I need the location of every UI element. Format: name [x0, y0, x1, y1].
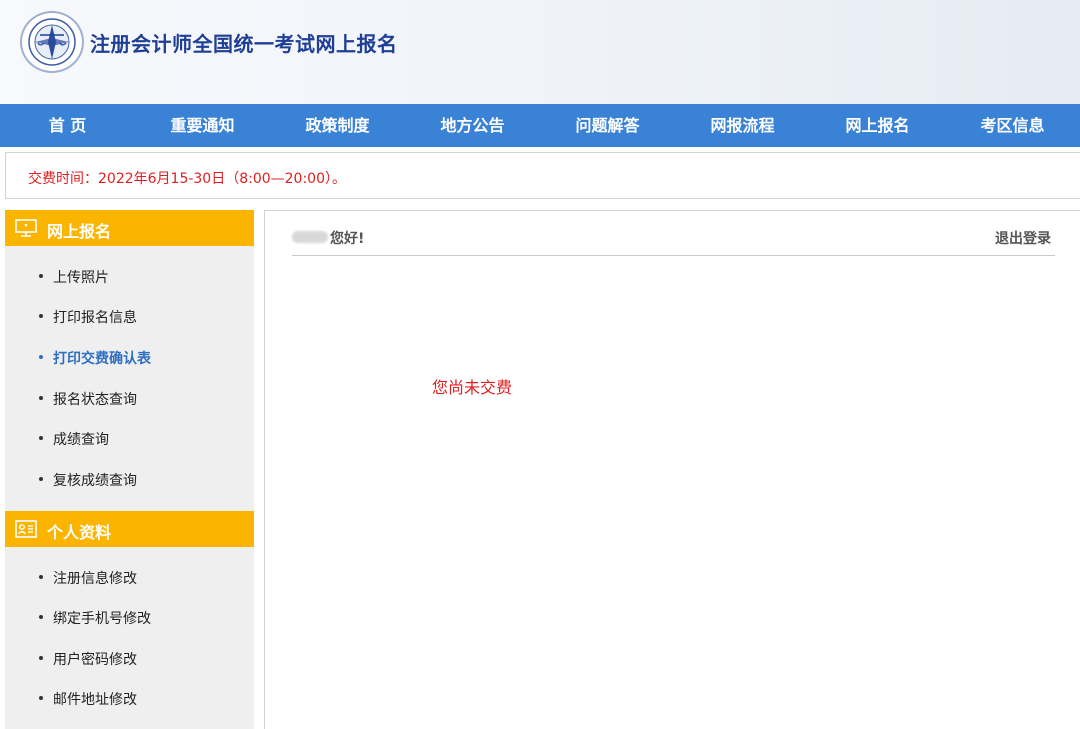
monitor-icon: [15, 219, 37, 237]
bullet-icon: [39, 396, 43, 400]
sidebar-item-label: 绑定手机号修改: [53, 611, 151, 627]
payment-notice: 交费时间：2022年6月15-30日（8:00—20:00）。: [5, 152, 1080, 199]
sidebar-item-edit-password[interactable]: 用户密码修改: [5, 639, 254, 679]
sidebar-item-label: 邮件地址修改: [53, 692, 137, 708]
sidebar-item-print-payment-confirmation[interactable]: 打印交费确认表: [5, 338, 254, 378]
sidebar-item-upload-photo[interactable]: 上传照片: [5, 257, 254, 297]
nav-local-announcements[interactable]: 地方公告: [405, 104, 540, 147]
nav-exam-area-info[interactable]: 考区信息: [945, 104, 1080, 147]
sidebar-item-score-query[interactable]: 成绩查询: [5, 419, 254, 459]
sidebar-section-title: 个人资料: [47, 523, 112, 542]
site-title: 注册会计师全国统一考试网上报名: [90, 32, 398, 56]
nav-home[interactable]: 首 页: [0, 104, 135, 147]
sidebar: 网上报名 上传照片 打印报名信息 打印交费确认表 报名状态查询 成绩查询 复核成…: [5, 210, 254, 729]
bullet-icon: [39, 355, 43, 359]
sidebar-item-registration-status[interactable]: 报名状态查询: [5, 379, 254, 419]
sidebar-item-print-registration[interactable]: 打印报名信息: [5, 297, 254, 337]
sidebar-item-label: 复核成绩查询: [53, 473, 137, 489]
scales-emblem-icon: [28, 18, 76, 66]
sidebar-item-label: 打印交费确认表: [53, 351, 151, 367]
main-nav: 首 页 重要通知 政策制度 地方公告 问题解答 网报流程 网上报名 考区信息: [0, 104, 1080, 147]
payment-status-message: 您尚未交费: [432, 378, 513, 397]
greeting-text: 您好!: [330, 231, 365, 247]
nav-policies[interactable]: 政策制度: [270, 104, 405, 147]
sidebar-section-online-registration: 网上报名: [5, 210, 254, 246]
sidebar-item-label: 注册信息修改: [53, 571, 137, 587]
bullet-icon: [39, 696, 43, 700]
nav-faq[interactable]: 问题解答: [540, 104, 675, 147]
sidebar-item-label: 成绩查询: [53, 432, 109, 448]
site-logo: [20, 11, 84, 73]
redacted-username: [292, 231, 328, 243]
sidebar-item-edit-email[interactable]: 邮件地址修改: [5, 679, 254, 719]
sidebar-item-edit-registration-info[interactable]: 注册信息修改: [5, 558, 254, 598]
bullet-icon: [39, 314, 43, 318]
sidebar-section-title: 网上报名: [47, 222, 112, 241]
sidebar-item-score-review-query[interactable]: 复核成绩查询: [5, 460, 254, 500]
sidebar-item-label: 上传照片: [53, 270, 109, 286]
site-header: 注册会计师全国统一考试网上报名: [0, 0, 1080, 104]
main-content: 您好! 退出登录 您尚未交费: [264, 210, 1080, 729]
bullet-icon: [39, 436, 43, 440]
bullet-icon: [39, 615, 43, 619]
payment-notice-text: 交费时间：2022年6月15-30日（8:00—20:00）。: [28, 171, 347, 187]
sidebar-item-label: 用户密码修改: [53, 652, 137, 668]
user-bar: 您好! 退出登录: [292, 225, 1055, 256]
bullet-icon: [39, 656, 43, 660]
nav-registration-process[interactable]: 网报流程: [675, 104, 810, 147]
sidebar-item-edit-phone[interactable]: 绑定手机号修改: [5, 598, 254, 638]
bullet-icon: [39, 274, 43, 278]
sidebar-section-personal-info: 个人资料: [5, 511, 254, 547]
nav-online-registration[interactable]: 网上报名: [810, 104, 945, 147]
id-card-icon: [15, 520, 37, 538]
sidebar-item-label: 打印报名信息: [53, 310, 137, 326]
nav-important-notices[interactable]: 重要通知: [135, 104, 270, 147]
bullet-icon: [39, 477, 43, 481]
bullet-icon: [39, 575, 43, 579]
sidebar-item-label: 报名状态查询: [53, 392, 137, 408]
logout-link[interactable]: 退出登录: [995, 228, 1051, 248]
